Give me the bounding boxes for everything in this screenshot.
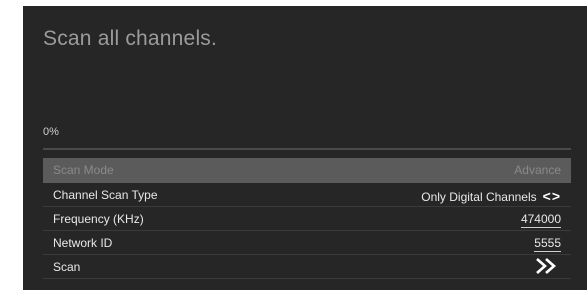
menu-item-label: Scan Mode [53,163,114,177]
scan-settings-menu: Scan Mode Advance Channel Scan Type Only… [43,158,571,279]
frequency-input[interactable]: 474000 [520,212,561,228]
scan-panel: Scan all channels. 0% Scan Mode Advance … [23,6,587,290]
menu-item-frequency[interactable]: Frequency (KHz) 474000 [43,207,571,231]
menu-item-value-wrap: Only Digital Channels <> [421,188,561,204]
menu-item-label: Channel Scan Type [53,188,158,202]
menu-item-channel-scan-type[interactable]: Channel Scan Type Only Digital Channels <… [43,183,571,207]
network-id-input[interactable]: 5555 [534,236,561,252]
menu-item-value: Only Digital Channels [421,190,537,204]
menu-item-value: Advance [514,163,561,177]
menu-item-scan-mode[interactable]: Scan Mode Advance [43,158,571,183]
page-title: Scan all channels. [43,27,218,50]
double-chevron-right-icon[interactable] [535,257,559,278]
menu-item-scan[interactable]: Scan [43,255,571,279]
menu-item-label: Scan [53,260,81,274]
left-right-arrows-icon[interactable]: <> [543,188,561,204]
menu-item-network-id[interactable]: Network ID 5555 [43,231,571,255]
menu-item-label: Network ID [53,236,113,250]
menu-item-label: Frequency (KHz) [53,212,144,226]
progress-percent: 0% [43,126,59,138]
progress-bar [43,148,571,150]
